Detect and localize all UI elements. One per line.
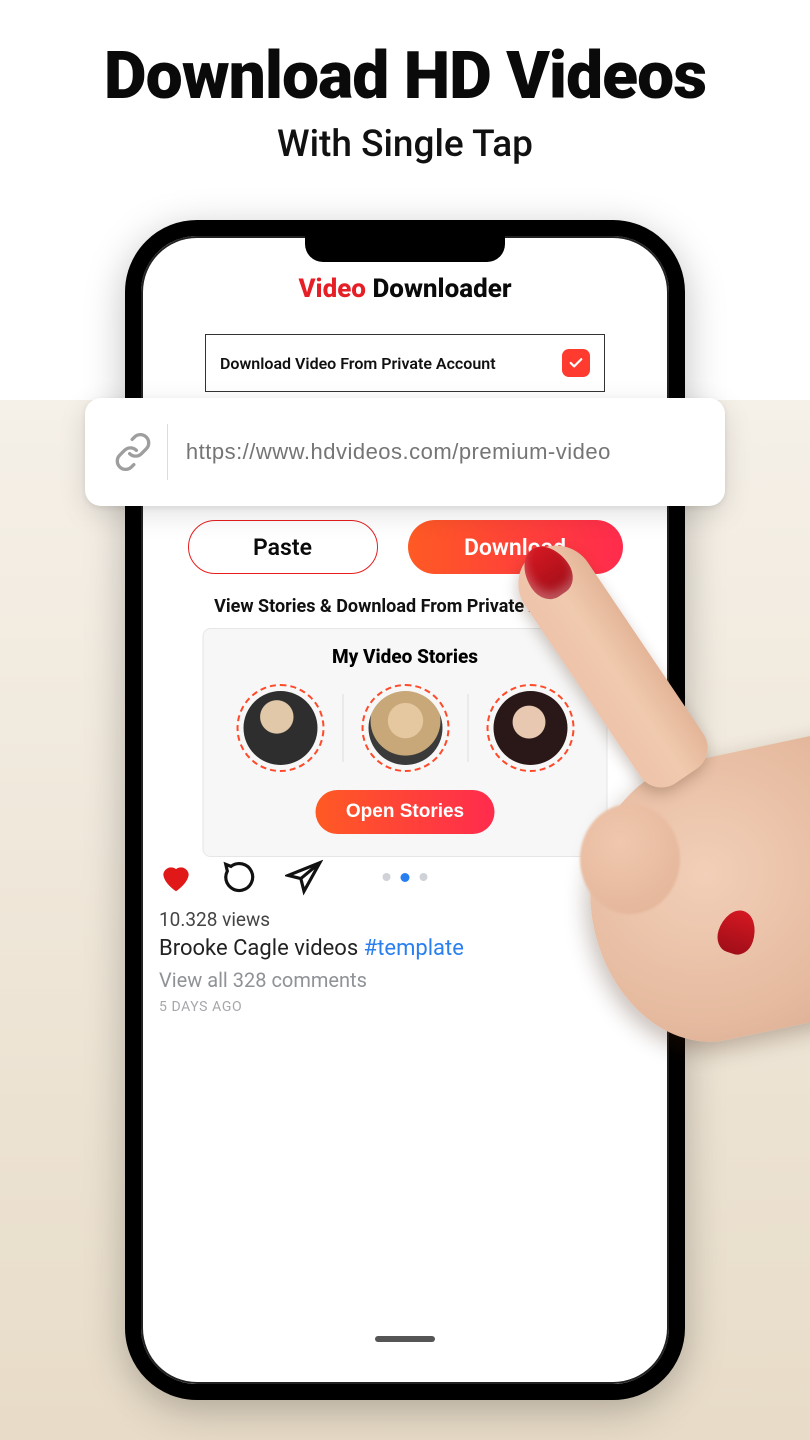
- url-input[interactable]: [186, 439, 697, 465]
- bookmark-icon[interactable]: [589, 858, 627, 896]
- avatar-image: [243, 691, 317, 765]
- app-title: Video Downloader: [298, 274, 511, 304]
- link-icon: [113, 432, 153, 472]
- app-title-red: Video: [298, 274, 366, 304]
- post-timestamp: 5 DAYS AGO: [159, 999, 242, 1015]
- avatar-image: [368, 691, 442, 765]
- views-count: 10.328 views: [159, 908, 270, 931]
- story-avatar[interactable]: [236, 684, 324, 772]
- stories-section-caption: View Stories & Download From Private Acc…: [141, 596, 669, 617]
- carousel-dots: [383, 873, 428, 882]
- app-title-black: Downloader: [366, 274, 512, 304]
- caption-hashtag[interactable]: #template: [364, 936, 464, 961]
- open-stories-button[interactable]: Open Stories: [316, 790, 494, 834]
- share-icon[interactable]: [285, 858, 323, 896]
- private-account-toggle[interactable]: Download Video From Private Account: [205, 334, 605, 392]
- feed-action-bar: [157, 858, 653, 896]
- action-row: Paste Download: [141, 520, 669, 574]
- dot-icon: [420, 873, 428, 881]
- paste-button[interactable]: Paste: [188, 520, 378, 574]
- url-input-card[interactable]: [85, 398, 725, 506]
- heart-icon[interactable]: [157, 858, 195, 896]
- view-comments-link[interactable]: View all 328 comments: [159, 968, 367, 992]
- private-account-label: Download Video From Private Account: [220, 354, 496, 373]
- download-button[interactable]: Download: [408, 520, 623, 574]
- phone-frame: Video Downloader Download Video From Pri…: [125, 220, 685, 1400]
- divider: [167, 424, 168, 480]
- divider: [467, 694, 468, 762]
- stories-title: My Video Stories: [332, 645, 478, 668]
- hero: Download HD Videos With Single Tap: [0, 0, 810, 166]
- stories-card: My Video Stories Open Stories: [203, 628, 608, 857]
- post-caption: Brooke Cagle videos #template: [159, 936, 464, 961]
- comment-icon[interactable]: [221, 858, 259, 896]
- checkbox-checked-icon[interactable]: [562, 349, 590, 377]
- story-avatars-row: [236, 684, 574, 772]
- avatar-image: [493, 691, 567, 765]
- caption-author: Brooke Cagle videos: [159, 936, 364, 961]
- dot-icon: [383, 873, 391, 881]
- hero-title: Download HD Videos: [0, 42, 810, 111]
- dot-active-icon: [401, 873, 410, 882]
- story-avatar[interactable]: [486, 684, 574, 772]
- divider: [342, 694, 343, 762]
- hero-subtitle: With Single Tap: [0, 123, 810, 166]
- story-avatar[interactable]: [361, 684, 449, 772]
- home-indicator[interactable]: [375, 1336, 435, 1342]
